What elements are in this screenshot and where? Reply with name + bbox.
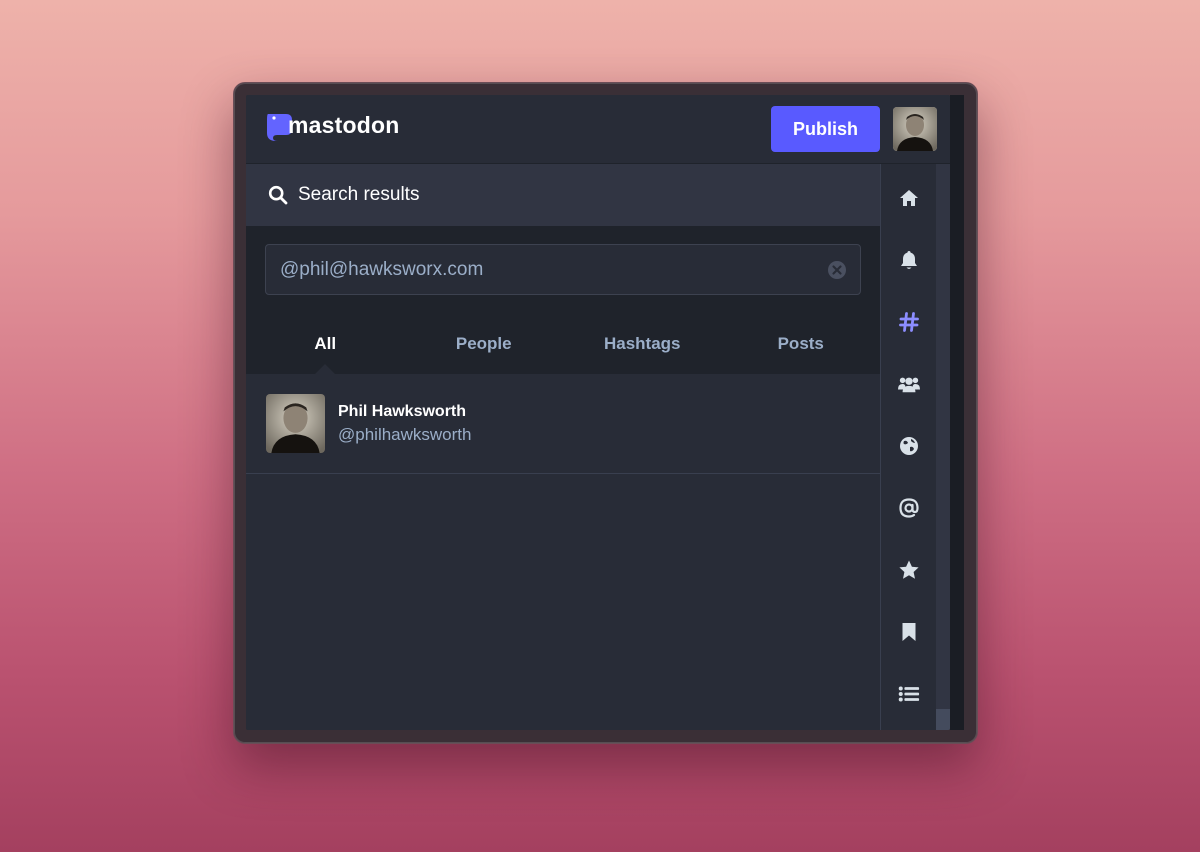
nav-mentions[interactable] bbox=[881, 486, 937, 530]
scrollbar-thumb[interactable] bbox=[936, 709, 950, 730]
search-input[interactable] bbox=[266, 258, 827, 281]
result-avatar-photo bbox=[266, 394, 325, 453]
list-icon bbox=[898, 686, 920, 702]
nav-federated[interactable] bbox=[881, 424, 937, 468]
result-display-name[interactable]: Phil Hawksworth bbox=[338, 403, 471, 421]
publish-button[interactable]: Publish bbox=[771, 106, 880, 152]
search-results-column: Search results All People Hashtags Posts bbox=[246, 164, 880, 730]
tab-hashtags[interactable]: Hashtags bbox=[563, 324, 722, 374]
nav-home[interactable] bbox=[881, 176, 937, 220]
mastodon-app: mastodon Publish Search results @phil@ha… bbox=[246, 95, 950, 730]
nav-explore[interactable] bbox=[881, 300, 937, 344]
nav-bookmarks[interactable] bbox=[881, 610, 937, 654]
search-icon bbox=[268, 185, 288, 205]
column-header: Search results bbox=[246, 164, 880, 226]
top-bar: mastodon Publish bbox=[246, 95, 950, 164]
globe-icon bbox=[900, 437, 918, 455]
bell-icon bbox=[901, 251, 917, 269]
logo-text: mastodon bbox=[288, 111, 400, 138]
star-icon bbox=[899, 560, 919, 579]
nav-favourites[interactable] bbox=[881, 548, 937, 592]
nav-local[interactable] bbox=[881, 362, 937, 406]
search-area: All People Hashtags Posts bbox=[246, 226, 880, 374]
home-icon bbox=[900, 190, 918, 206]
hashtag-icon bbox=[899, 312, 919, 332]
column-title: Search results bbox=[298, 184, 420, 205]
search-box bbox=[265, 244, 861, 295]
clear-search-icon[interactable] bbox=[827, 260, 847, 280]
mastodon-logo[interactable]: mastodon bbox=[264, 111, 400, 143]
result-avatar[interactable] bbox=[266, 394, 325, 453]
bookmark-icon bbox=[902, 623, 916, 641]
sidebar-scrollbar[interactable] bbox=[936, 164, 950, 730]
nav-notifications[interactable] bbox=[881, 238, 937, 282]
user-avatar[interactable] bbox=[893, 107, 937, 151]
tab-all[interactable]: All bbox=[246, 324, 405, 374]
tab-posts[interactable]: Posts bbox=[722, 324, 881, 374]
window-scrollbar[interactable] bbox=[950, 95, 964, 730]
result-handle: @philhawksworth bbox=[338, 424, 472, 444]
users-icon bbox=[898, 377, 920, 393]
nav-lists[interactable] bbox=[881, 672, 937, 716]
account-result[interactable]: Phil Hawksworth @philhawksworth bbox=[246, 374, 880, 474]
avatar-photo bbox=[893, 107, 937, 151]
navigation-sidebar bbox=[880, 164, 936, 730]
tab-people[interactable]: People bbox=[405, 324, 564, 374]
at-icon bbox=[899, 498, 919, 518]
search-tabs: All People Hashtags Posts bbox=[246, 324, 880, 374]
result-text: Phil Hawksworth @philhawksworth bbox=[338, 403, 471, 445]
